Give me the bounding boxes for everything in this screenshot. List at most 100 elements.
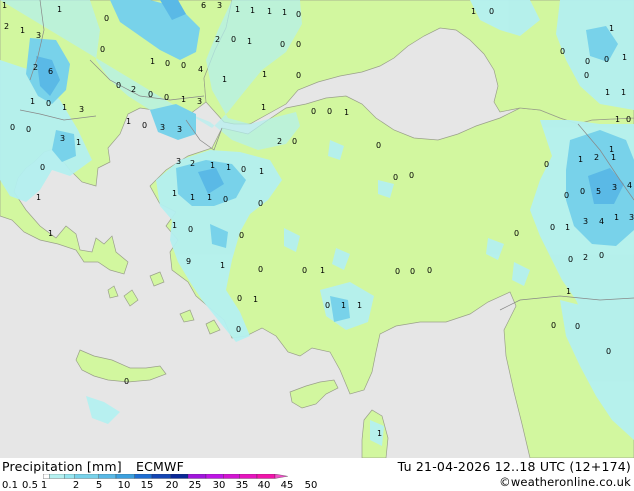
station-value: 3: [177, 125, 182, 134]
legend-swatch-none: [43, 474, 50, 479]
station-value: 1: [621, 88, 626, 97]
legend-tick-label: 30: [212, 480, 226, 491]
station-value: 2: [190, 159, 195, 168]
station-value: 1: [609, 24, 614, 33]
station-value: 0: [580, 187, 585, 196]
station-value: 1: [48, 229, 53, 238]
legend-swatch: [170, 474, 189, 479]
legend-tick-label: 35: [235, 480, 249, 491]
station-value: 4: [627, 181, 632, 190]
legend-swatch: [256, 474, 276, 479]
station-value: 1: [253, 295, 258, 304]
legend-swatch: [115, 474, 135, 479]
legend-tick-label: 10: [117, 480, 131, 491]
station-value: 0: [296, 10, 301, 19]
station-value: 0: [10, 123, 15, 132]
station-value: 0: [292, 137, 297, 146]
station-value: 0: [231, 35, 236, 44]
station-value: 1: [262, 70, 267, 79]
station-value: 0: [164, 93, 169, 102]
station-value: 0: [296, 71, 301, 80]
station-value: 1: [471, 7, 476, 16]
station-value: 0: [564, 191, 569, 200]
station-value: 2: [131, 85, 136, 94]
station-value: 1: [57, 5, 62, 14]
station-value: 1: [259, 167, 264, 176]
station-value: 1: [320, 266, 325, 275]
station-value: 1: [611, 153, 616, 162]
station-value: 1: [235, 5, 240, 14]
legend-swatch: [74, 474, 99, 479]
station-value: 0: [188, 225, 193, 234]
legend-swatch: [134, 474, 153, 479]
credit-label: ©weatheronline.co.uk: [499, 475, 631, 489]
station-value: 3: [160, 123, 165, 132]
legend-swatch: [49, 474, 65, 479]
station-value: 0: [604, 55, 609, 64]
station-value: 0: [327, 107, 332, 116]
station-value: 3: [79, 105, 84, 114]
station-value: 0: [544, 160, 549, 169]
station-value: 3: [60, 134, 65, 143]
station-value: 3: [176, 157, 181, 166]
legend-overflow-arrow: [274, 474, 288, 479]
station-value: 0: [311, 107, 316, 116]
station-value: 1: [62, 103, 67, 112]
legend-swatch: [239, 474, 258, 479]
model-label: ECMWF: [136, 459, 184, 474]
station-value: 1: [172, 221, 177, 230]
station-value: 0: [165, 59, 170, 68]
station-value: 0: [376, 141, 381, 150]
station-value: 0: [393, 173, 398, 182]
legend-swatch: [187, 474, 207, 479]
station-value: 1: [30, 97, 35, 106]
station-value: 0: [325, 301, 330, 310]
station-value: 6: [201, 1, 206, 10]
station-value: 1: [261, 103, 266, 112]
legend-tick-label: 0.1: [2, 480, 18, 491]
precipitation-map: 1 106 3 1 1 1 1 0 1 02 13 2 0 1 0 010 02 61 0 0 41 010 1000 20 0…: [0, 0, 634, 458]
station-value: 0: [410, 267, 415, 276]
legend-tick-label: 45: [280, 480, 294, 491]
legend-tick-label: 20: [165, 480, 179, 491]
valid-time-label: Tu 21-04-2026 12..18 UTC (12+174): [397, 459, 631, 474]
station-value: 2: [594, 153, 599, 162]
station-value: 2: [277, 137, 282, 146]
station-value: 5: [596, 187, 601, 196]
station-value: 0: [584, 71, 589, 80]
station-value: 0: [302, 266, 307, 275]
station-value: 1: [565, 223, 570, 232]
legend-tick-label: 50: [304, 480, 318, 491]
station-value: 1: [220, 261, 225, 270]
station-value: 1: [377, 429, 382, 438]
legend-swatch: [64, 474, 75, 479]
station-value: 3: [612, 183, 617, 192]
station-value: 0: [258, 265, 263, 274]
station-value: 0: [296, 40, 301, 49]
station-value: 3: [217, 1, 222, 10]
station-value: 1: [578, 155, 583, 164]
station-value: 3: [197, 97, 202, 106]
station-value: 1: [36, 193, 41, 202]
station-value: 0: [489, 7, 494, 16]
station-value: 0: [575, 322, 580, 331]
station-value: 1: [222, 75, 227, 84]
station-value: 2: [33, 63, 38, 72]
station-value: 0: [409, 171, 414, 180]
station-value: 3: [36, 31, 41, 40]
legend-swatch: [205, 474, 224, 479]
station-value: 9: [186, 257, 191, 266]
station-value: 0: [46, 99, 51, 108]
legend-swatch: [151, 474, 171, 479]
station-value: 0: [568, 255, 573, 264]
station-value: 1: [605, 88, 610, 97]
station-value: 0: [599, 251, 604, 260]
station-value: 1: [2, 1, 7, 10]
station-value: 0: [124, 377, 129, 386]
legend-tick-label: 1: [40, 480, 48, 491]
station-value: 0: [560, 47, 565, 56]
station-value: 0: [26, 125, 31, 134]
station-value: 0: [395, 267, 400, 276]
station-value: 1: [622, 53, 627, 62]
station-value: 1: [566, 287, 571, 296]
